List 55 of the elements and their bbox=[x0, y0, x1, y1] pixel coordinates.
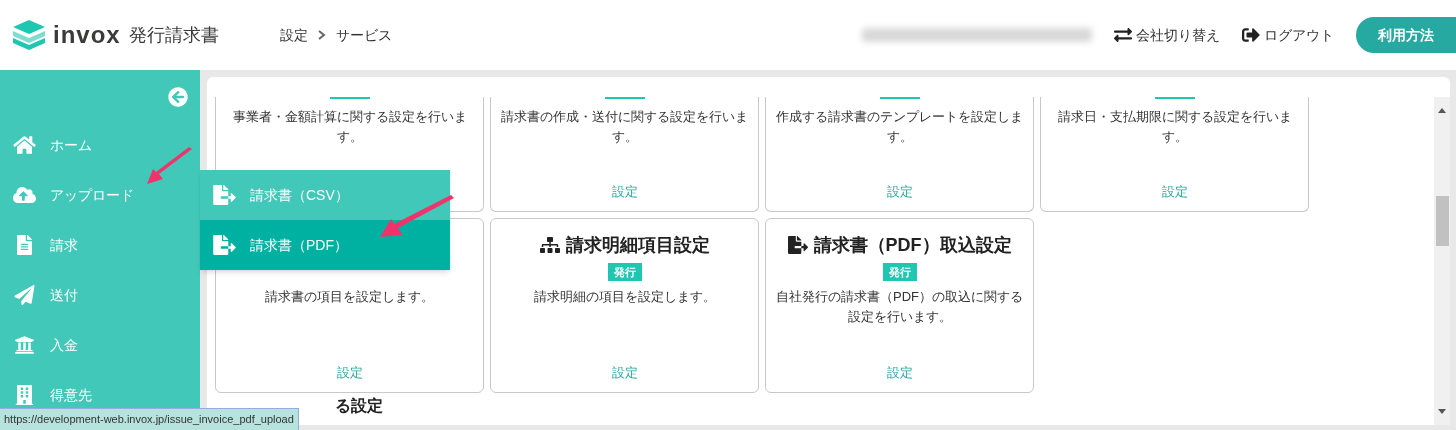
breadcrumb-item: サービス bbox=[336, 25, 392, 45]
card-description: 作成する請求書のテンプレートを設定します。 bbox=[775, 108, 1024, 146]
sidebar-item[interactable]: 請求 bbox=[0, 220, 200, 270]
card-title: 請求明細項目設定 bbox=[565, 233, 710, 257]
logout-link[interactable]: ログアウト bbox=[1242, 24, 1334, 46]
card-description: 請求日・支払期限に関する設定を行います。 bbox=[1056, 108, 1293, 146]
home-icon bbox=[13, 135, 36, 155]
card-description: 請求書の項目を設定します。 bbox=[264, 288, 435, 306]
bank-icon bbox=[13, 335, 36, 355]
file-export-icon bbox=[213, 235, 236, 255]
scroll-up-icon[interactable] bbox=[1438, 108, 1446, 113]
accent-line bbox=[329, 97, 370, 99]
card-description: 自社発行の請求書（PDF）の取込に関する設定を行います。 bbox=[775, 288, 1024, 326]
sidebar-item[interactable]: 入金 bbox=[0, 320, 200, 370]
settings-link[interactable]: 設定 bbox=[886, 362, 913, 382]
issue-badge: 発行 bbox=[607, 263, 642, 281]
settings-link[interactable]: 設定 bbox=[1161, 181, 1188, 201]
url-status-tooltip: https://development-web.invox.jp/issue_invoice_pdf_upload bbox=[0, 408, 299, 430]
settings-link[interactable]: 設定 bbox=[886, 181, 913, 201]
card-description: 請求明細の項目を設定します。 bbox=[532, 288, 717, 306]
logo-icon bbox=[13, 20, 45, 50]
scrollbar[interactable] bbox=[1434, 97, 1450, 425]
issue-badge: 発行 bbox=[882, 263, 917, 281]
chevron-right-icon bbox=[318, 30, 326, 40]
settings-link[interactable]: 設定 bbox=[611, 181, 638, 201]
cloud-upload-icon bbox=[13, 185, 36, 205]
building-icon bbox=[13, 385, 36, 405]
sidebar-item[interactable]: 送付 bbox=[0, 270, 200, 320]
help-button[interactable]: 利用方法 bbox=[1356, 17, 1456, 53]
product-name: 発行請求書 bbox=[128, 23, 219, 47]
file-export-icon bbox=[787, 235, 808, 255]
switch-company-link[interactable]: 会社切り替え bbox=[1114, 24, 1220, 46]
flyout-item[interactable]: 請求書（PDF） bbox=[200, 220, 450, 270]
swap-arrows-icon bbox=[1114, 26, 1132, 44]
accent-line bbox=[1154, 97, 1195, 99]
sidebar-item[interactable]: ホーム bbox=[0, 120, 200, 170]
settings-link[interactable]: 設定 bbox=[611, 362, 638, 382]
scroll-thumb[interactable] bbox=[1435, 196, 1449, 246]
accent-line bbox=[879, 97, 920, 99]
file-export-icon bbox=[213, 185, 236, 205]
paper-plane-icon bbox=[13, 285, 36, 305]
sidebar-item[interactable]: アップロード bbox=[0, 170, 200, 220]
breadcrumb-item[interactable]: 設定 bbox=[280, 24, 308, 46]
hierarchy-icon bbox=[539, 235, 560, 255]
card-description: 請求書の作成・送付に関する設定を行います。 bbox=[500, 108, 749, 146]
flyout-item[interactable]: 請求書（CSV） bbox=[200, 170, 450, 220]
collapse-icon[interactable] bbox=[168, 87, 188, 107]
logo-text: invox bbox=[53, 20, 121, 50]
logout-icon bbox=[1242, 26, 1260, 44]
card-description: 事業者・金額計算に関する設定を行います。 bbox=[231, 108, 468, 146]
card-title: 請求書（PDF）取込設定 bbox=[813, 233, 1012, 257]
scroll-down-icon[interactable] bbox=[1438, 409, 1446, 414]
section-heading: る設定 bbox=[335, 397, 384, 415]
settings-link[interactable]: 設定 bbox=[336, 362, 363, 382]
accent-line bbox=[604, 97, 645, 99]
